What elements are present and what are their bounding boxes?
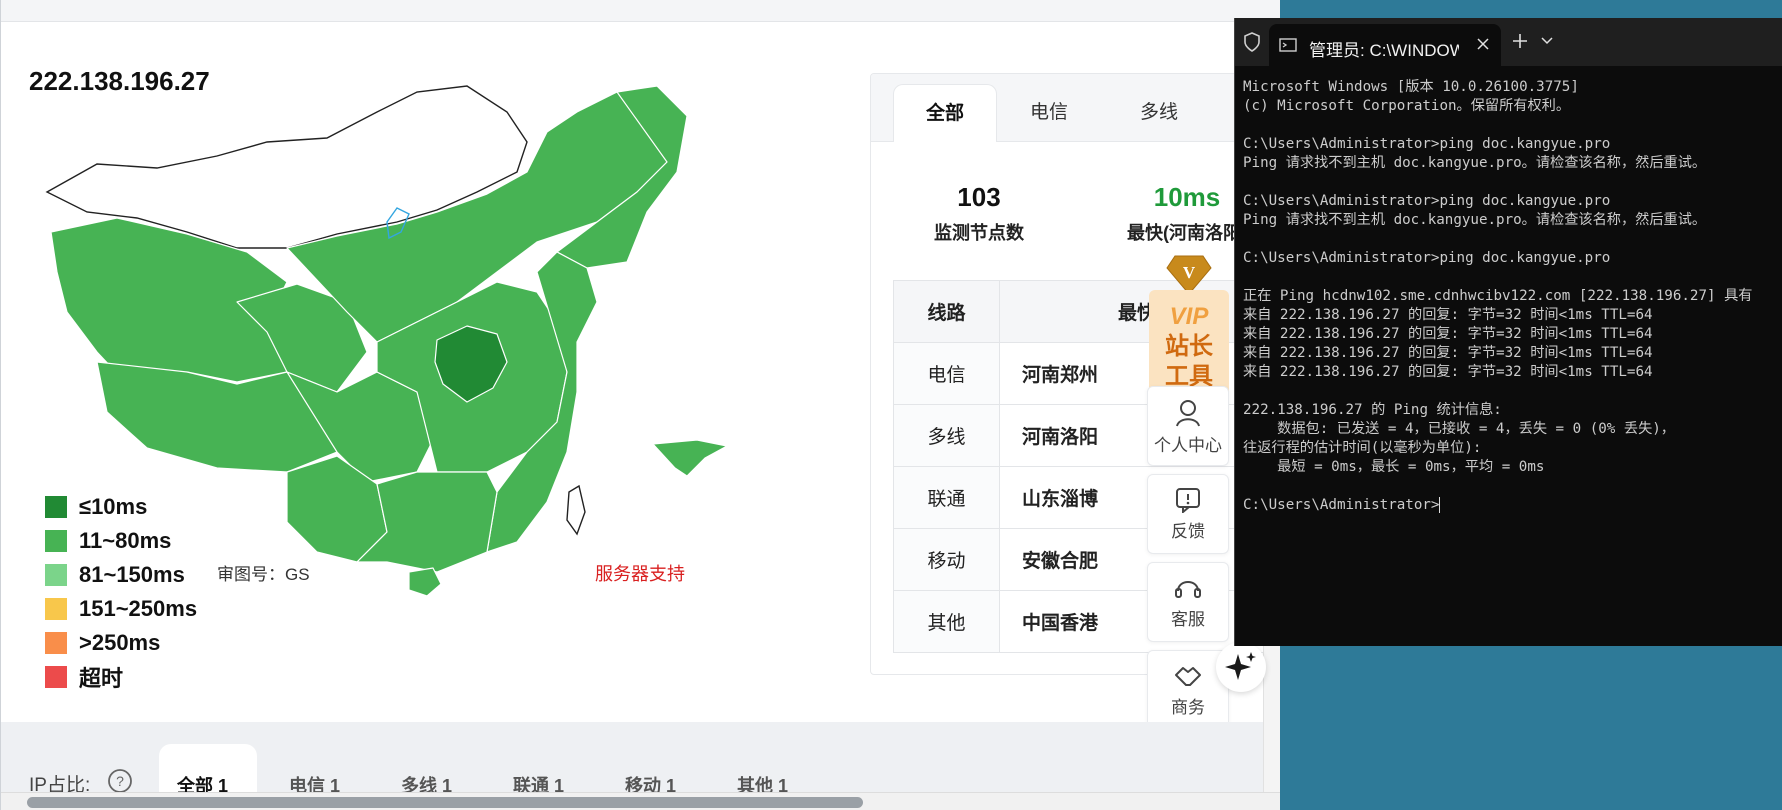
- terminal-line: Ping 请求找不到主机 doc.kangyue.pro。请检查该名称，然后重试…: [1243, 212, 1707, 228]
- route-node-cell: 河南洛阳: [999, 404, 1269, 467]
- terminal-line: Microsoft Windows [版本 10.0.26100.3775]: [1243, 79, 1579, 95]
- shield-icon: [1244, 32, 1260, 52]
- terminal-line: (c) Microsoft Corporation。保留所有权利。: [1243, 98, 1571, 114]
- ai-assistant-button[interactable]: [1216, 642, 1266, 692]
- svg-text:?: ?: [116, 773, 124, 789]
- map-card: 222.138.196.27 审图号：GS 服务器支持 ≤10ms 11~80ms…: [1, 22, 1280, 800]
- route-node-cell: 山东淄博: [999, 466, 1269, 529]
- terminal-line: 来自 222.138.196.27 的回复: 字节=32 时间<1ms TTL=…: [1243, 345, 1653, 361]
- legend-item: 151~250ms: [45, 592, 197, 626]
- terminal-icon: [1279, 38, 1297, 52]
- chevron-down-icon[interactable]: [1541, 36, 1553, 46]
- legend-label: 151~250ms: [79, 596, 198, 621]
- terminal-line: 数据包: 已发送 = 4，已接收 = 4，丢失 = 0 (0% 丢失)，: [1243, 421, 1675, 437]
- node-count-label: 监测节点数: [934, 223, 1024, 243]
- vip-line-2: 站长: [1165, 332, 1214, 360]
- legend-label: 超时: [79, 666, 124, 691]
- personal-center-label: 个人中心: [1154, 436, 1222, 455]
- browser-page: 222.138.196.27 审图号：GS 服务器支持 ≤10ms 11~80ms…: [0, 0, 1280, 810]
- terminal-line: 来自 222.138.196.27 的回复: 字节=32 时间<1ms TTL=…: [1243, 326, 1653, 342]
- legend-item: 81~150ms: [45, 558, 197, 592]
- legend-label: >250ms: [79, 630, 161, 655]
- legend-label: 81~150ms: [79, 562, 185, 587]
- legend-label: 11~80ms: [79, 528, 172, 553]
- tab-all[interactable]: 全部: [893, 84, 997, 142]
- headset-icon: [1175, 581, 1201, 598]
- vip-webmaster-tools-badge[interactable]: V VIP 站长 工具: [1147, 250, 1231, 402]
- terminal-line: Ping 请求找不到主机 doc.kangyue.pro。请检查该名称，然后重试…: [1243, 155, 1707, 171]
- personal-center-button[interactable]: 个人中心: [1147, 386, 1229, 466]
- terminal-tab[interactable]: 管理员: C:\WINDOWS\: [1269, 24, 1501, 66]
- route-node-cell: 安徽合肥: [999, 528, 1269, 591]
- route-line-cell: 电信: [893, 342, 1000, 405]
- legend-swatch: [45, 496, 67, 518]
- terminal-line: 来自 222.138.196.27 的回复: 字节=32 时间<1ms TTL=…: [1243, 307, 1653, 323]
- terminal-window[interactable]: 管理员: C:\WINDOWS\ Microsoft Windows [版本 1…: [1234, 18, 1782, 646]
- terminal-line: C:\Users\Administrator>ping doc.kangyue.…: [1243, 136, 1611, 152]
- terminal-tab-title: 管理员: C:\WINDOWS\: [1309, 41, 1459, 60]
- terminal-titlebar: 管理员: C:\WINDOWS\: [1235, 18, 1782, 66]
- latency-legend: ≤10ms 11~80ms 81~150ms 151~250ms >250ms 超时: [45, 490, 197, 694]
- node-count-stat: 103 监测节点数: [919, 182, 1039, 245]
- island-nanhai: [652, 439, 728, 477]
- terminal-line: 来自 222.138.196.27 的回复: 字节=32 时间<1ms TTL=…: [1243, 364, 1653, 380]
- legend-swatch: [45, 632, 67, 654]
- island-taiwan: [566, 484, 586, 536]
- sparkle-icon: [1225, 652, 1256, 680]
- legend-swatch: [45, 598, 67, 620]
- business-label: 商务: [1171, 698, 1205, 717]
- question-circle-icon[interactable]: ?: [107, 768, 133, 794]
- line-tabs: 全部 电信 多线: [871, 74, 1269, 142]
- terminal-line: 最短 = 0ms，最长 = 0ms，平均 = 0ms: [1243, 459, 1545, 475]
- close-icon[interactable]: [1477, 38, 1489, 50]
- customer-service-label: 客服: [1171, 610, 1205, 629]
- route-line-cell: 多线: [893, 404, 1000, 467]
- legend-item: 超时: [45, 660, 197, 694]
- legend-item: ≤10ms: [45, 490, 197, 524]
- terminal-line: 正在 Ping hcdnw102.sme.cdnhwcibv122.com [2…: [1243, 288, 1753, 304]
- user-icon: [1176, 400, 1200, 427]
- map-approval-number: 审图号：GS: [217, 565, 310, 584]
- feedback-button[interactable]: 反馈: [1147, 474, 1229, 554]
- horizontal-scrollbar[interactable]: [1, 792, 1280, 810]
- customer-service-button[interactable]: 客服: [1147, 562, 1229, 642]
- legend-label: ≤10ms: [79, 494, 148, 519]
- legend-swatch: [45, 530, 67, 552]
- feedback-label: 反馈: [1171, 522, 1205, 541]
- feedback-icon: [1176, 488, 1200, 513]
- vip-text: VIP: [1170, 303, 1210, 330]
- terminal-line: C:\Users\Administrator>: [1243, 497, 1441, 513]
- terminal-cursor: [1439, 497, 1441, 513]
- server-support-text: 服务器支持: [595, 564, 685, 584]
- page-top-strip: [1, 0, 1280, 22]
- new-tab-plus-icon[interactable]: [1511, 32, 1529, 50]
- legend-swatch: [45, 564, 67, 586]
- legend-item: 11~80ms: [45, 524, 197, 558]
- legend-item: >250ms: [45, 626, 197, 660]
- col-line-header: 线路: [893, 280, 1000, 343]
- terminal-line: 往返行程的估计时间(以毫秒为单位):: [1243, 440, 1482, 456]
- tab-multiline[interactable]: 多线: [1107, 84, 1211, 142]
- route-line-cell: 联通: [893, 466, 1000, 529]
- terminal-line: C:\Users\Administrator>ping doc.kangyue.…: [1243, 193, 1611, 209]
- terminal-line: 222.138.196.27 的 Ping 统计信息:: [1243, 402, 1502, 418]
- route-line-cell: 移动: [893, 528, 1000, 591]
- vip-badge-letter: V: [1183, 263, 1196, 282]
- route-line-cell: 其他: [893, 590, 1000, 653]
- handshake-icon: [1175, 667, 1201, 686]
- terminal-output[interactable]: Microsoft Windows [版本 10.0.26100.3775] (c…: [1243, 78, 1782, 515]
- node-count-value: 103: [957, 182, 1001, 212]
- tab-telecom[interactable]: 电信: [997, 84, 1101, 142]
- legend-swatch: [45, 666, 67, 688]
- terminal-line: C:\Users\Administrator>ping doc.kangyue.…: [1243, 250, 1611, 266]
- horizontal-scrollbar-thumb[interactable]: [27, 797, 863, 808]
